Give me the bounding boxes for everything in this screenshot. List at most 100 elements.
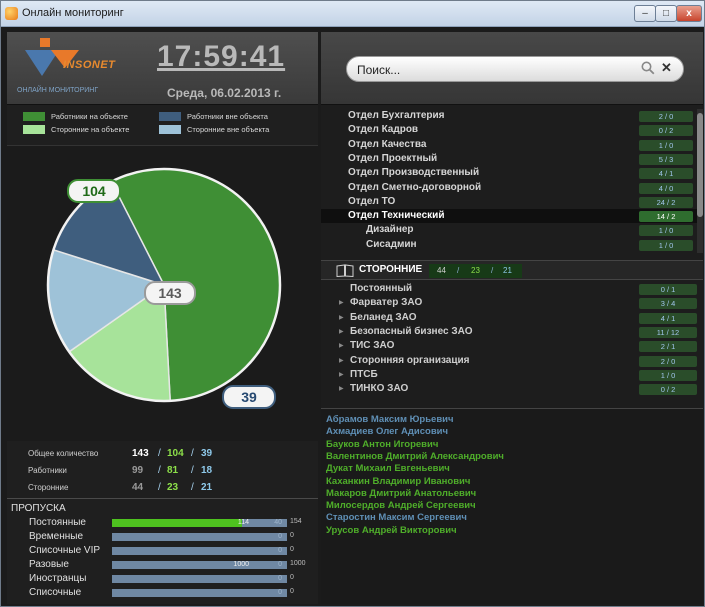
department-count-badge: 1 / 0 xyxy=(639,239,693,251)
external-section-header[interactable]: СТОРОННИЕ 44 / 23 / 21 xyxy=(321,260,703,280)
person-item[interactable]: Урусов Андрей Викторович xyxy=(326,525,457,536)
expand-arrow-icon[interactable]: ▶ xyxy=(339,385,344,392)
pie-callout-center: 143 xyxy=(144,281,196,305)
organization-count-b: 4 xyxy=(671,299,676,309)
department-row[interactable]: Отдел Кадров 0 / 2 xyxy=(321,123,697,137)
person-item[interactable]: Абрамов Максим Юрьевич xyxy=(326,414,454,425)
department-count-b: 2 xyxy=(669,126,674,136)
separator: / xyxy=(191,465,194,476)
stats-off-site: 21 xyxy=(201,482,213,493)
organization-count-badge: 2 / 1 xyxy=(639,341,697,353)
stats-on-site: 81 xyxy=(167,465,179,476)
expand-arrow-icon[interactable]: ▶ xyxy=(339,342,344,349)
separator: / xyxy=(158,465,161,476)
expand-arrow-icon[interactable]: ▶ xyxy=(339,371,344,378)
search-box: ✕ xyxy=(346,56,684,82)
legend: Работники на объекте Работники вне объек… xyxy=(7,108,318,142)
organization-name: ПТСБ xyxy=(350,368,378,380)
stats-table: Общее количество 143 / 104 / 39 Работники 99 / 81… xyxy=(7,448,318,498)
expand-arrow-icon[interactable]: ▶ xyxy=(339,357,344,364)
department-row[interactable]: Отдел Бухгалтерия 2 / 0 xyxy=(321,109,697,123)
external-off-site: 21 xyxy=(503,266,512,275)
search-icon[interactable] xyxy=(641,61,657,77)
organization-row[interactable]: ▶ Беланед ЗАО 4 / 1 xyxy=(321,311,703,325)
department-row[interactable]: Отдел ТО 24 / 2 xyxy=(321,195,697,209)
expand-arrow-icon[interactable]: ▶ xyxy=(339,314,344,321)
organization-row[interactable]: ▶ ТИС ЗАО 2 / 1 xyxy=(321,339,703,353)
pass-total: 0 xyxy=(290,546,294,553)
organization-count-b: 1 xyxy=(671,342,676,352)
organization-count-badge: 4 / 1 xyxy=(639,312,697,324)
stats-total: 143 xyxy=(132,448,149,459)
department-count-badge: 5 / 3 xyxy=(639,153,693,165)
right-panel: ✕ Отдел Бухгалтерия 2 / 0 Отдел Кадров 0 / … xyxy=(321,32,703,604)
stats-off-site: 39 xyxy=(201,448,213,459)
person-item[interactable]: Каханкин Владимир Иванович xyxy=(326,476,470,487)
department-row[interactable]: Сисадмин 1 / 0 xyxy=(321,238,697,252)
organization-name: Безопасный бизнес ЗАО xyxy=(350,325,473,337)
organization-row[interactable]: ▶ ПТСБ 1 / 0 xyxy=(321,368,703,382)
department-row[interactable]: Отдел Качества 1 / 0 xyxy=(321,138,697,152)
organization-row[interactable]: ▶ ТИНКО ЗАО 0 / 2 xyxy=(321,382,703,396)
department-count-badge: 14 / 2 xyxy=(639,211,693,223)
passes-title: ПРОПУСКА xyxy=(11,503,66,514)
organization-row[interactable]: ▶ Сторонняя организация 2 / 0 xyxy=(321,354,703,368)
legend-item: Сторонние вне объекта xyxy=(159,125,269,134)
department-row[interactable]: Отдел Проектный 5 / 3 xyxy=(321,152,697,166)
left-panel: INSONET ОНЛАЙН МОНИТОРИНГ 17:59:41 Среда… xyxy=(7,32,318,604)
stats-label: Сторонние xyxy=(28,483,69,492)
organization-count-b: 12 xyxy=(670,327,680,337)
pass-value-secondary: 0 xyxy=(278,589,282,596)
legend-label: Сторонние на объекте xyxy=(51,125,130,134)
legend-label: Работники вне объекта xyxy=(187,112,268,121)
person-item[interactable]: Старостин Максим Сергеевич xyxy=(326,512,467,523)
people-list: Абрамов Максим Юрьевич Ахмадиев Олег Адис… xyxy=(321,408,703,604)
logo-subtitle: ОНЛАЙН МОНИТОРИНГ xyxy=(17,87,99,94)
department-row[interactable]: Отдел Сметно-договорной 4 / 0 xyxy=(321,181,697,195)
department-row[interactable]: Дизайнер 1 / 0 xyxy=(321,223,697,237)
department-count-badge: 0 / 2 xyxy=(639,125,693,137)
maximize-button[interactable]: □ xyxy=(655,5,677,22)
person-item[interactable]: Дукат Михаил Евгеньевич xyxy=(326,463,450,474)
person-item[interactable]: Милосердов Андрей Сергеевич xyxy=(326,500,476,511)
department-scrollbar[interactable] xyxy=(697,109,703,253)
organization-name: ТИС ЗАО xyxy=(350,340,395,352)
pass-label: Временные xyxy=(29,531,84,542)
department-count-badge: 24 / 2 xyxy=(639,196,693,208)
pass-value-secondary: 0 xyxy=(278,575,282,582)
organization-row[interactable]: Постоянный 0 / 1 xyxy=(321,282,703,296)
expand-arrow-icon[interactable]: ▶ xyxy=(339,299,344,306)
title-bar: Онлайн мониторинг – □ x xyxy=(1,1,704,27)
department-list: Отдел Бухгалтерия 2 / 0 Отдел Кадров 0 / 2О… xyxy=(321,109,703,253)
legend-item: Работники вне объекта xyxy=(159,112,268,121)
pass-value-primary: 1000 xyxy=(233,561,249,568)
person-item[interactable]: Бауков Антон Игоревич xyxy=(326,439,438,450)
scrollbar-thumb[interactable] xyxy=(697,113,703,217)
person-item[interactable]: Макаров Дмитрий Анатольевич xyxy=(326,488,476,499)
organization-row[interactable]: ▶ Фарватер ЗАО 3 / 4 xyxy=(321,296,703,310)
clear-icon[interactable]: ✕ xyxy=(661,60,677,78)
department-name: Дизайнер xyxy=(366,224,414,236)
separator: / xyxy=(191,482,194,493)
logo-icon xyxy=(25,38,79,76)
separator: / xyxy=(158,448,161,459)
minimize-button[interactable]: – xyxy=(634,5,656,22)
organization-row[interactable]: ▶ Безопасный бизнес ЗАО 11 / 12 xyxy=(321,325,703,339)
department-row[interactable]: Отдел Технический 14 / 2 xyxy=(321,209,697,224)
person-item[interactable]: Ахмадиев Олег Адисович xyxy=(326,426,448,437)
search-input[interactable] xyxy=(357,61,617,78)
pass-label: Списочные VIP xyxy=(29,545,101,556)
organization-name: Беланед ЗАО xyxy=(350,311,417,323)
organization-count-badge: 2 / 0 xyxy=(639,355,697,367)
pass-bar: 0 xyxy=(112,575,287,583)
pass-total: 154 xyxy=(290,518,302,525)
pass-row: Разовые 1000 0 1000 xyxy=(7,559,318,571)
department-count-b: 0 xyxy=(669,183,674,193)
pie-chart-area: 104 143 39 xyxy=(7,145,318,441)
department-count-b: 2 xyxy=(671,212,676,222)
expand-arrow-icon[interactable]: ▶ xyxy=(339,328,344,335)
close-button[interactable]: x xyxy=(676,5,702,22)
department-row[interactable]: Отдел Производственный 4 / 1 xyxy=(321,166,697,180)
person-item[interactable]: Валентинов Дмитрий Александрович xyxy=(326,451,504,462)
pass-total: 0 xyxy=(290,532,294,539)
